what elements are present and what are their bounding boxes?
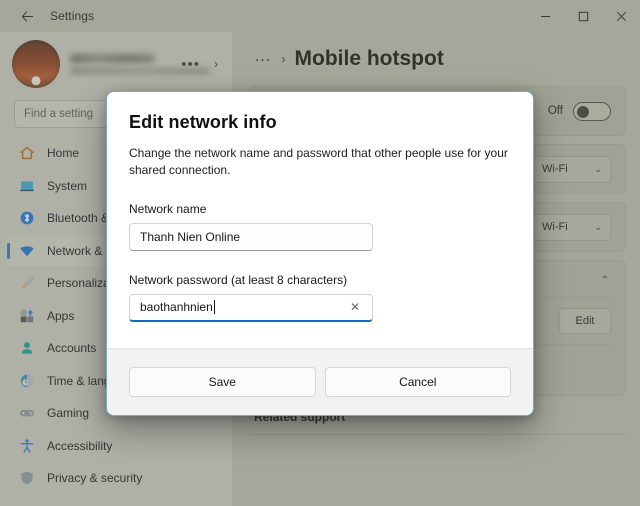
network-password-input-text: baothanhnien xyxy=(140,298,215,316)
save-button[interactable]: Save xyxy=(129,366,316,397)
network-name-input-value: Thanh Nien Online xyxy=(140,229,241,244)
network-name-input[interactable]: Thanh Nien Online xyxy=(129,222,373,251)
network-password-input[interactable]: baothanhnien ✕ xyxy=(129,293,373,322)
network-password-field: Network password (at least 8 characters)… xyxy=(129,273,511,322)
dialog-footer: Save Cancel xyxy=(107,347,533,415)
screen: Settings ••• › Find a setting Home Syste… xyxy=(0,0,640,506)
network-name-field: Network name Thanh Nien Online xyxy=(129,202,511,251)
cancel-button[interactable]: Cancel xyxy=(324,366,511,397)
network-password-input-value: baothanhnien xyxy=(140,300,213,315)
text-caret xyxy=(213,300,215,315)
clear-icon[interactable]: ✕ xyxy=(346,298,364,316)
network-password-field-label: Network password (at least 8 characters) xyxy=(129,272,348,287)
edit-network-info-dialog: Edit network info Change the network nam… xyxy=(106,91,534,416)
dialog-title: Edit network info xyxy=(129,112,277,132)
dialog-description: Change the network name and password tha… xyxy=(129,146,508,178)
network-name-field-label: Network name xyxy=(129,201,207,216)
dialog-content: Edit network info Change the network nam… xyxy=(107,92,533,348)
